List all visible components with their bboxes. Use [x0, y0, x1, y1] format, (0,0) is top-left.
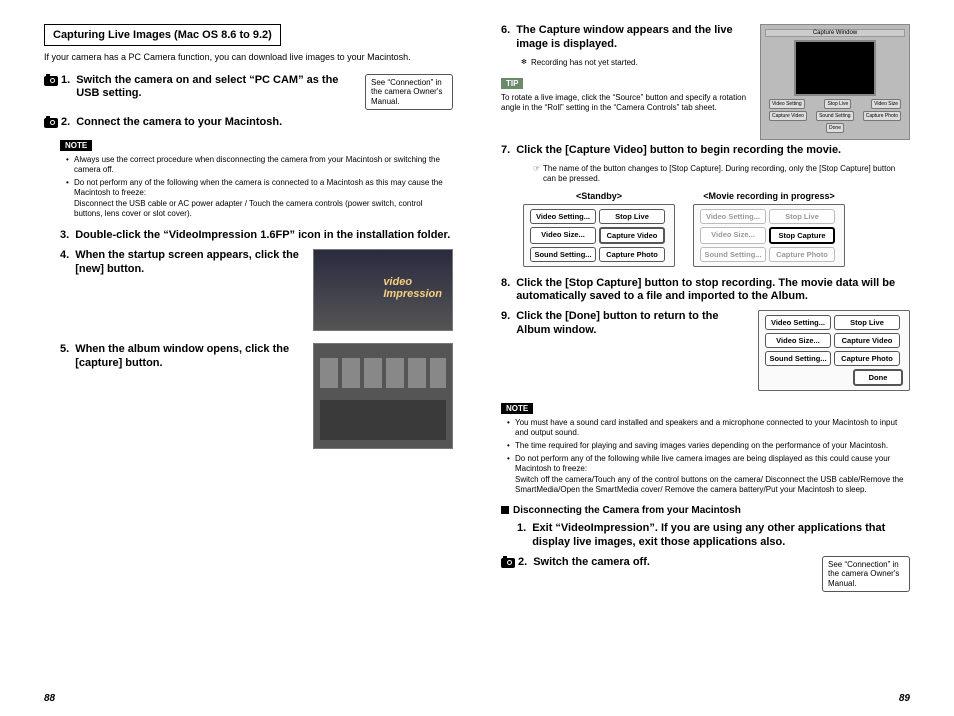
step-text: Click the [Done] button to return to the… — [516, 310, 746, 338]
step-text: Exit “VideoImpression”. If you are using… — [532, 522, 910, 550]
video-setting-button[interactable]: Video Setting... — [530, 209, 596, 224]
stop-capture-button[interactable]: Stop Capture — [769, 227, 835, 244]
note-item: Do not perform any of the following when… — [66, 178, 453, 219]
note-item: The time required for playing and saving… — [507, 441, 910, 451]
step-text: Connect the camera to your Macintosh. — [76, 116, 282, 130]
standby-label: <Standby> — [576, 191, 622, 201]
video-size-button[interactable]: Video Size... — [765, 333, 831, 348]
stop-live-button: Stop Live — [769, 209, 835, 224]
step-number: 9. — [501, 310, 510, 338]
tip-text: To rotate a live image, click the “Sourc… — [501, 93, 750, 114]
page-number: 88 — [44, 693, 55, 704]
step-8: 8. Click the [Stop Capture] button to st… — [501, 277, 910, 305]
note-item: Do not perform any of the following whil… — [507, 454, 910, 495]
recording-label: <Movie recording in progress> — [703, 191, 835, 201]
button-panels: <Standby> Video Setting... Stop Live Vid… — [523, 191, 910, 267]
startup-screenshot — [313, 249, 453, 331]
sound-setting-button[interactable]: Sound Setting... — [765, 351, 831, 366]
page-89: 6. The Capture window appears and the li… — [477, 0, 954, 716]
note-item: You must have a sound card installed and… — [507, 418, 910, 438]
stop-live-button[interactable]: Stop Live — [834, 315, 900, 330]
standby-panel: Video Setting... Stop Live Video Size...… — [523, 204, 675, 267]
step-text: Switch the camera on and select “PC CAM”… — [76, 74, 357, 111]
capture-photo-button[interactable]: Capture Photo — [834, 351, 900, 366]
step-number: 5. — [60, 343, 69, 371]
step-sub: The name of the button changes to [Stop … — [533, 164, 910, 185]
sound-setting-button[interactable]: Sound Setting... — [530, 247, 596, 262]
step-number: 8. — [501, 277, 510, 305]
step-number: 1. — [61, 74, 70, 111]
album-screenshot — [313, 343, 453, 449]
step-9: 9. Click the [Done] button to return to … — [501, 310, 910, 391]
section-title: Capturing Live Images (Mac OS 8.6 to 9.2… — [44, 24, 281, 46]
video-setting-button: Video Setting... — [700, 209, 766, 224]
step-text: When the album window opens, click the [… — [75, 343, 303, 371]
disconnect-step-1: 1. Exit “VideoImpression”. If you are us… — [517, 522, 910, 550]
video-setting-button[interactable]: Video Setting... — [765, 315, 831, 330]
camera-icon — [44, 76, 58, 86]
step-number: 1. — [517, 522, 526, 550]
camera-icon — [44, 118, 58, 128]
step-number: 2. — [518, 556, 527, 593]
step-3: 3. Double-click the “VideoImpression 1.6… — [60, 229, 453, 243]
note-list: You must have a sound card installed and… — [507, 418, 910, 495]
done-button[interactable]: Done — [853, 369, 903, 386]
step-text: When the startup screen appears, click t… — [75, 249, 303, 277]
step-6: 6. The Capture window appears and the li… — [501, 24, 910, 140]
step-sub: Recording has not yet started. — [521, 58, 750, 68]
disconnect-heading: Disconnecting the Camera from your Macin… — [501, 505, 910, 516]
sound-setting-button: Sound Setting... — [700, 247, 766, 262]
capture-photo-button[interactable]: Capture Photo — [599, 247, 665, 262]
step-text: Switch the camera off. — [533, 556, 814, 593]
side-note: See “Connection” in the camera Owner's M… — [822, 556, 910, 593]
step-number: 2. — [61, 116, 70, 130]
step-text: Click the [Capture Video] button to begi… — [516, 144, 841, 158]
step-text: The Capture window appears and the live … — [516, 24, 750, 52]
section-intro: If your camera has a PC Camera function,… — [44, 52, 453, 64]
capture-video-button[interactable]: Capture Video — [599, 227, 665, 244]
disconnect-step-2: 2. Switch the camera off. See “Connectio… — [501, 556, 910, 593]
recording-panel: Video Setting... Stop Live Video Size...… — [693, 204, 845, 267]
done-panel: Video Setting... Stop Live Video Size...… — [758, 310, 910, 391]
step-number: 6. — [501, 24, 510, 52]
note-item: Always use the correct procedure when di… — [66, 155, 453, 175]
step-5: 5. When the album window opens, click th… — [60, 343, 453, 449]
note-badge: NOTE — [60, 140, 92, 151]
step-number: 4. — [60, 249, 69, 277]
capture-photo-button: Capture Photo — [769, 247, 835, 262]
note-list: Always use the correct procedure when di… — [66, 155, 453, 219]
stop-live-button[interactable]: Stop Live — [599, 209, 665, 224]
video-size-button: Video Size... — [700, 227, 766, 244]
step-number: 7. — [501, 144, 510, 158]
capture-window-screenshot: Capture Window Video SettingStop LiveVid… — [760, 24, 910, 140]
camera-icon — [501, 558, 515, 568]
step-text: Double-click the “VideoImpression 1.6FP”… — [75, 229, 450, 243]
step-4: 4. When the startup screen appears, clic… — [60, 249, 453, 331]
step-2: 2. Connect the camera to your Macintosh. — [44, 116, 453, 130]
side-note: See “Connection” in the camera Owner's M… — [365, 74, 453, 111]
square-bullet-icon — [501, 506, 509, 514]
video-size-button[interactable]: Video Size... — [530, 227, 596, 244]
capture-video-button[interactable]: Capture Video — [834, 333, 900, 348]
step-7: 7. Click the [Capture Video] button to b… — [501, 144, 910, 158]
note-badge: NOTE — [501, 403, 533, 414]
step-number: 3. — [60, 229, 69, 243]
step-1: 1. Switch the camera on and select “PC C… — [44, 74, 453, 111]
page-88: Capturing Live Images (Mac OS 8.6 to 9.2… — [0, 0, 477, 716]
step-text: Click the [Stop Capture] button to stop … — [516, 277, 910, 305]
page-number: 89 — [899, 693, 910, 704]
tip-badge: TIP — [501, 78, 523, 89]
